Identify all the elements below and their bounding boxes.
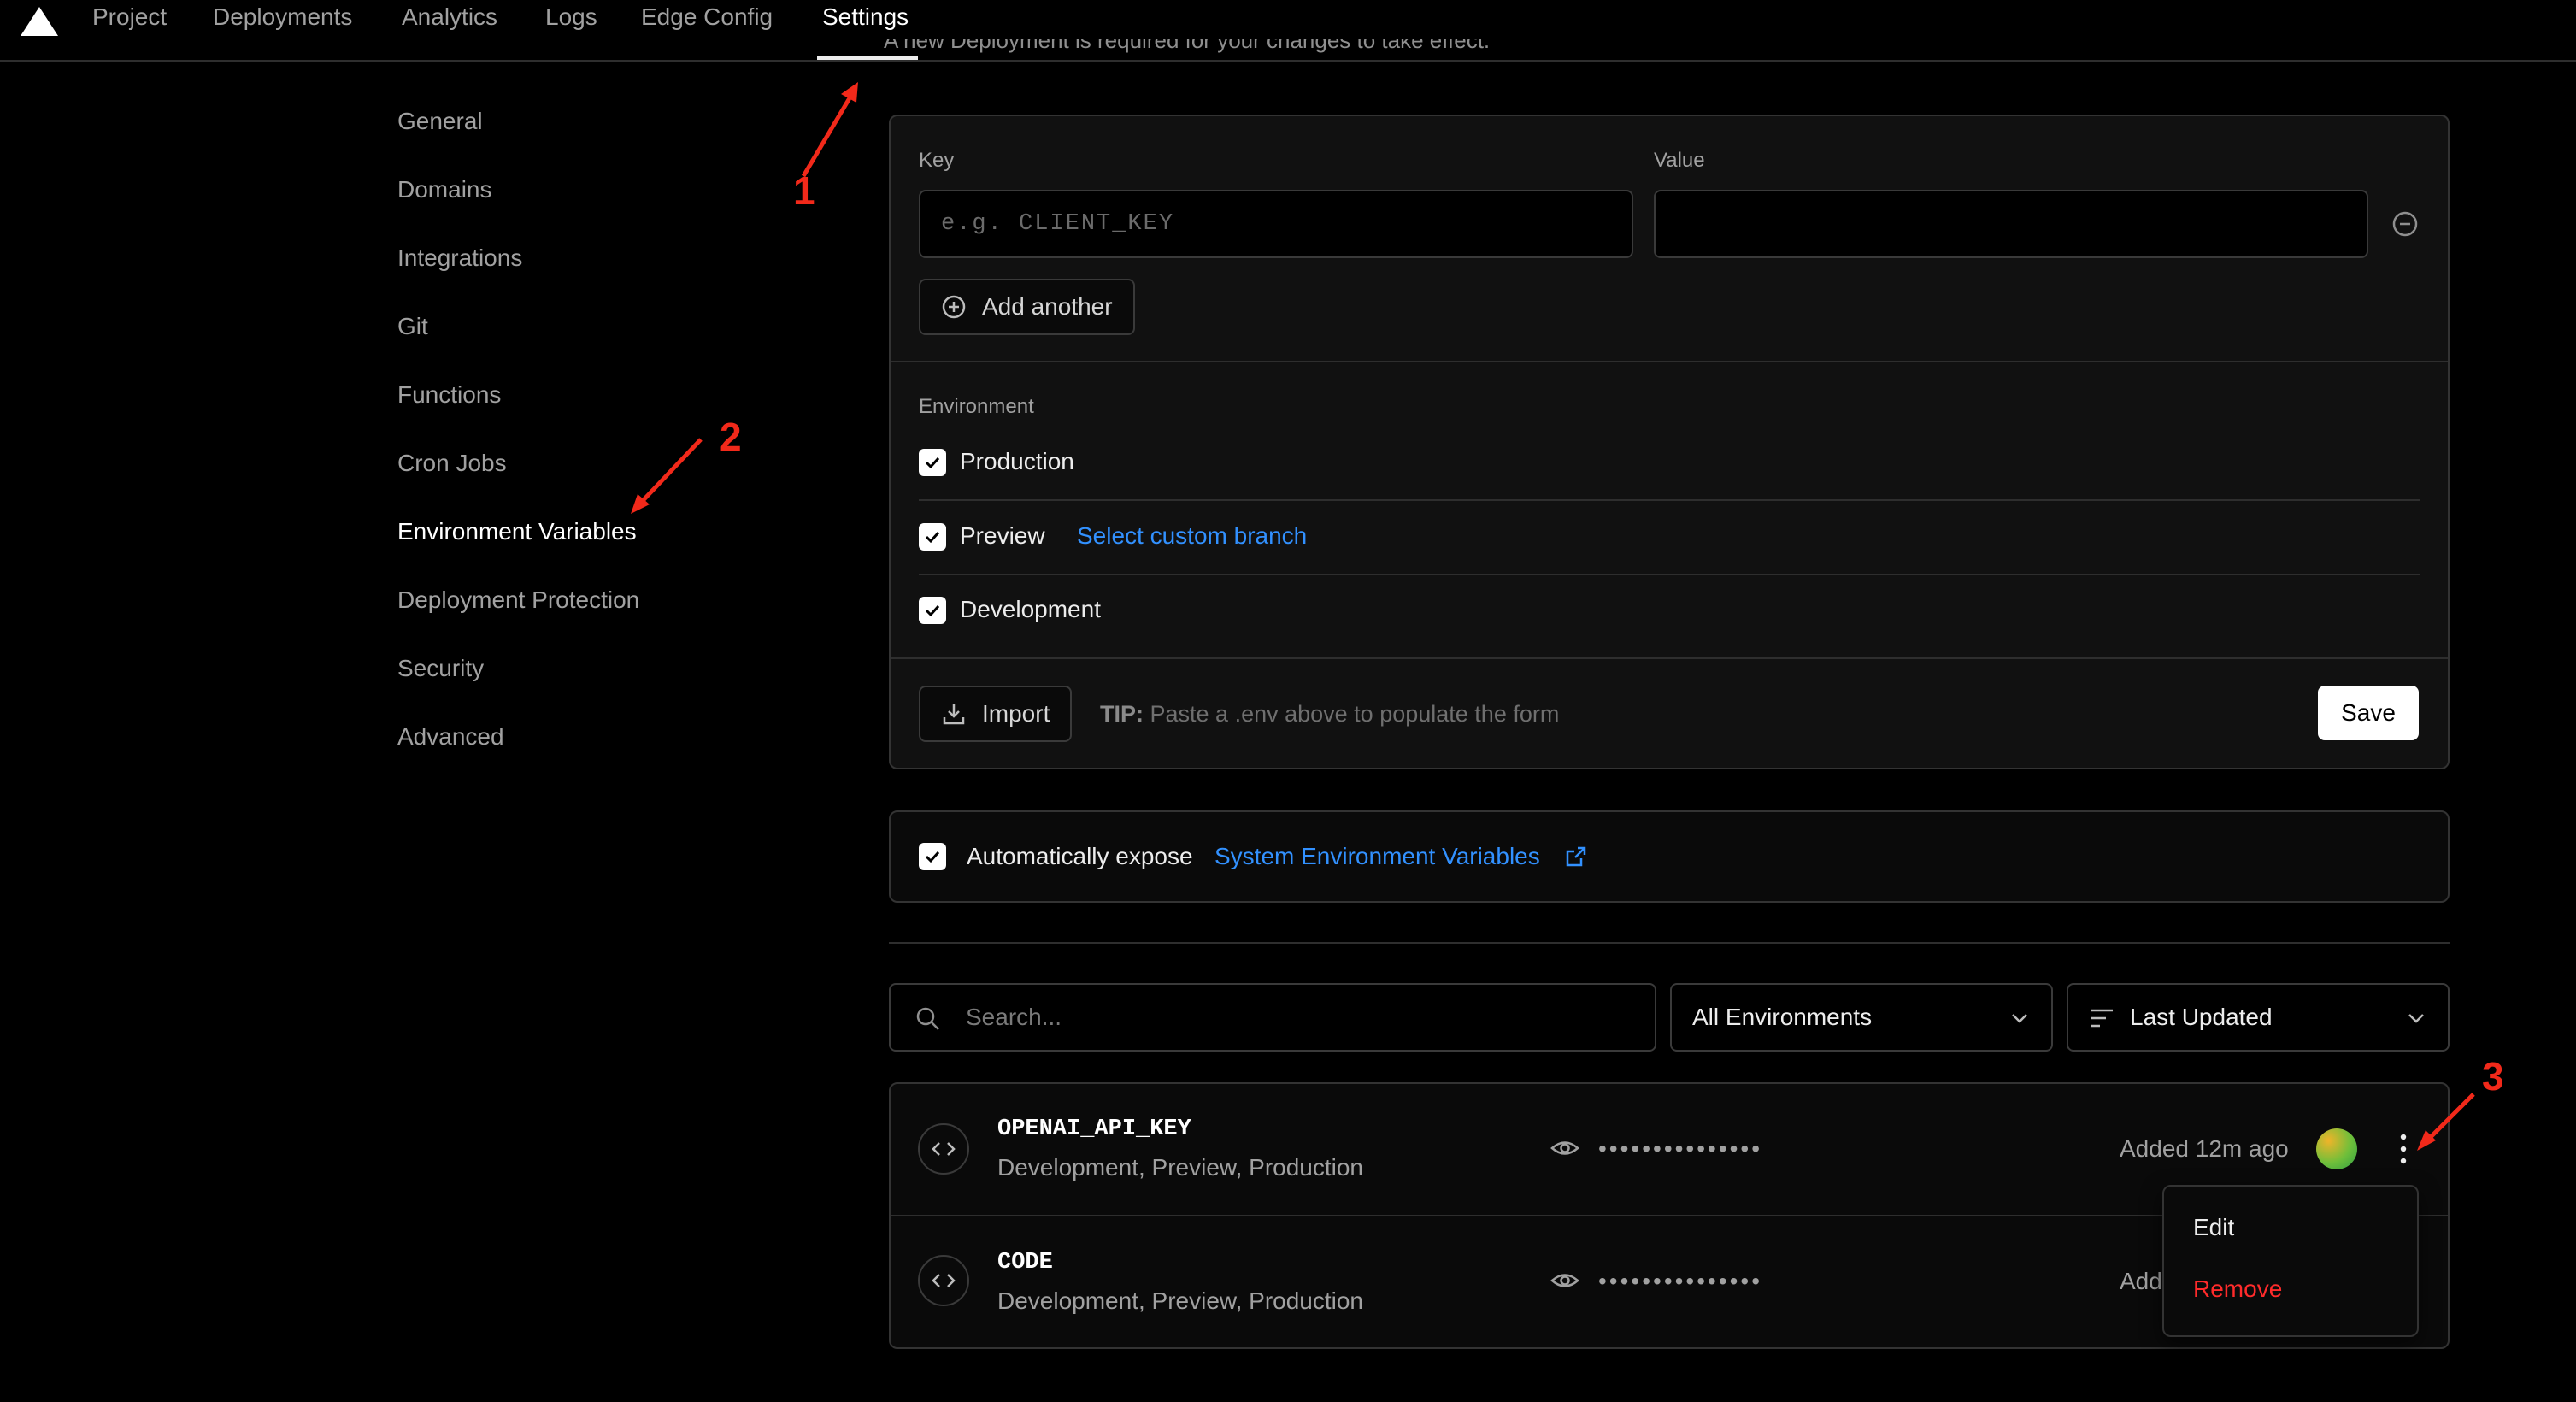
variable-environments: Development, Preview, Production xyxy=(997,1287,1363,1314)
variable-environments: Development, Preview, Production xyxy=(997,1154,1363,1181)
masked-value: ••••••••••••••• xyxy=(1598,1268,1763,1294)
tab-deployments[interactable]: Deployments xyxy=(213,3,352,31)
chevron-down-icon xyxy=(2012,1014,2027,1023)
row-actions-menu: Edit Remove xyxy=(2162,1185,2419,1337)
import-label: Import xyxy=(982,700,1050,727)
sidebar-item-cron-jobs[interactable]: Cron Jobs xyxy=(397,450,507,477)
form-footer-divider xyxy=(891,657,2448,659)
sidebar-item-integrations[interactable]: Integrations xyxy=(397,244,522,272)
annotation-label-3: 3 xyxy=(2482,1054,2504,1099)
sidebar-item-git[interactable]: Git xyxy=(397,313,428,340)
sidebar-item-advanced[interactable]: Advanced xyxy=(397,723,504,751)
eye-icon[interactable] xyxy=(1550,1137,1579,1159)
checkmark-icon xyxy=(925,457,940,469)
env-divider xyxy=(919,574,2420,575)
add-another-button[interactable]: Add another xyxy=(919,279,1135,335)
chevron-down-icon xyxy=(2408,1014,2424,1023)
env-divider xyxy=(919,499,2420,501)
key-label: Key xyxy=(919,149,955,172)
variable-name: OPENAI_API_KEY xyxy=(997,1116,1191,1142)
vercel-logo-icon[interactable] xyxy=(21,7,58,36)
sort-lines-icon xyxy=(2091,1009,2113,1028)
plus-circle-icon xyxy=(942,295,966,319)
variable-name: CODE xyxy=(997,1250,1053,1275)
tab-project[interactable]: Project xyxy=(92,3,167,31)
sidebar-item-domains[interactable]: Domains xyxy=(397,176,491,203)
more-options-icon[interactable] xyxy=(2393,1127,2414,1171)
value-label: Value xyxy=(1654,149,1705,172)
development-checkbox[interactable] xyxy=(919,597,946,624)
menu-item-edit[interactable]: Edit xyxy=(2193,1214,2234,1241)
section-separator xyxy=(889,942,2450,944)
sidebar-item-environment-variables[interactable]: Environment Variables xyxy=(397,518,637,545)
production-label: Production xyxy=(960,448,1074,474)
download-icon xyxy=(943,704,965,725)
sort-select[interactable]: Last Updated xyxy=(2067,983,2450,1052)
code-icon xyxy=(918,1123,969,1175)
tab-edge-config[interactable]: Edge Config xyxy=(641,3,773,31)
sidebar-item-security[interactable]: Security xyxy=(397,655,484,682)
system-env-vars-link[interactable]: System Environment Variables xyxy=(1214,843,1540,870)
search-box[interactable] xyxy=(889,983,1656,1052)
environment-filter-select[interactable]: All Environments xyxy=(1670,983,2053,1052)
expose-system-vars-checkbox[interactable] xyxy=(919,843,946,870)
added-time: Added 12m ago xyxy=(2120,1268,2164,1294)
tab-settings[interactable]: Settings xyxy=(822,3,909,31)
menu-item-remove[interactable]: Remove xyxy=(2193,1275,2282,1303)
select-custom-branch-link[interactable]: Select custom branch xyxy=(1077,522,1307,550)
import-button[interactable]: Import xyxy=(919,686,1073,742)
expose-label: Automatically expose xyxy=(967,843,1193,869)
preview-label: Preview xyxy=(960,522,1045,549)
search-icon xyxy=(916,1007,939,1030)
sidebar-item-functions[interactable]: Functions xyxy=(397,381,501,409)
preview-checkbox[interactable] xyxy=(919,523,946,551)
checkmark-icon xyxy=(925,531,940,544)
remove-row-icon[interactable] xyxy=(2391,210,2419,238)
form-divider xyxy=(891,361,2448,362)
key-input[interactable] xyxy=(919,190,1633,258)
sidebar-item-deployment-protection[interactable]: Deployment Protection xyxy=(397,586,639,614)
tab-logs[interactable]: Logs xyxy=(545,3,597,31)
annotation-label-2: 2 xyxy=(720,415,742,459)
value-input[interactable] xyxy=(1654,190,2368,258)
save-button[interactable]: Save xyxy=(2318,686,2419,740)
search-input[interactable] xyxy=(966,985,1632,1050)
development-label: Development xyxy=(960,596,1101,622)
tab-analytics[interactable]: Analytics xyxy=(402,3,497,31)
checkmark-icon xyxy=(925,604,940,617)
external-link-icon[interactable] xyxy=(1564,845,1588,869)
add-another-label: Add another xyxy=(982,293,1113,320)
redeploy-notice: A new Deployment is required for your ch… xyxy=(884,39,1491,53)
tip-text: TIP: Paste a .env above to populate the … xyxy=(1100,701,1560,727)
avatar xyxy=(2316,1128,2357,1169)
checkmark-icon xyxy=(925,851,940,863)
annotation-label-1: 1 xyxy=(793,168,815,213)
production-checkbox[interactable] xyxy=(919,449,946,476)
sort-value: Last Updated xyxy=(2130,1004,2273,1030)
environment-label: Environment xyxy=(919,395,1034,418)
environment-filter-value: All Environments xyxy=(1692,1004,1873,1030)
eye-icon[interactable] xyxy=(1550,1269,1579,1292)
code-icon xyxy=(918,1255,969,1306)
masked-value: ••••••••••••••• xyxy=(1598,1135,1763,1162)
added-time: Added 12m ago xyxy=(2120,1135,2289,1162)
sidebar-item-general[interactable]: General xyxy=(397,108,483,135)
